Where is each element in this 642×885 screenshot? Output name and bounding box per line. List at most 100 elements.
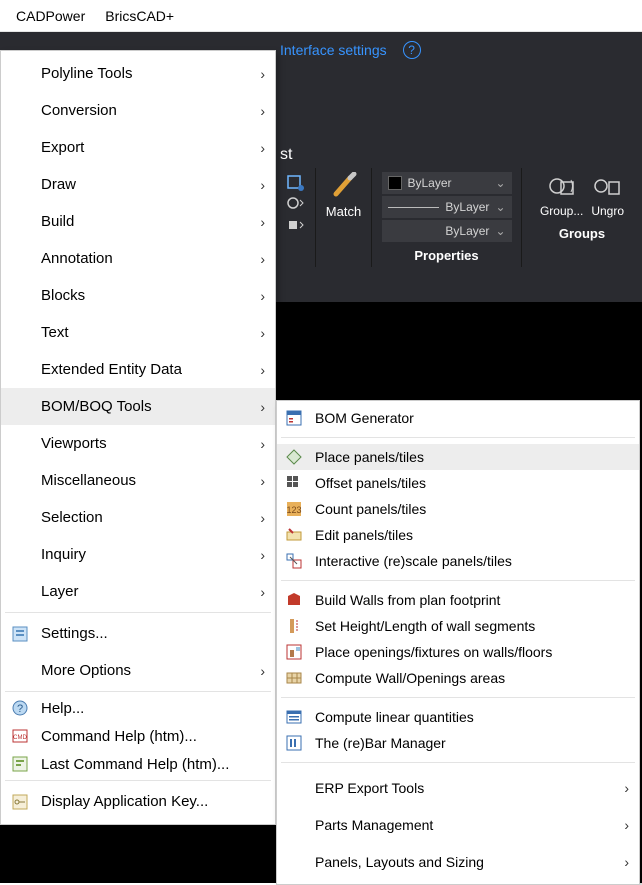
submenu-arrow-icon: › bbox=[260, 66, 265, 82]
compute-wall-icon bbox=[285, 669, 303, 687]
property-color-row[interactable]: ByLayer ⌄ bbox=[382, 172, 512, 194]
property-lineweight-row[interactable]: ByLayer ⌄ bbox=[382, 196, 512, 218]
submenu-erp-export[interactable]: ERP Export Tools› bbox=[277, 769, 639, 806]
submenu-arrow-icon: › bbox=[260, 399, 265, 415]
menu-label: Draw bbox=[41, 176, 76, 193]
menu-viewports[interactable]: Viewports› bbox=[1, 425, 275, 462]
submenu-panels-layouts[interactable]: Panels, Layouts and Sizing› bbox=[277, 843, 639, 880]
count-panels-icon: 123 bbox=[285, 500, 303, 518]
menu-label: Place openings/fixtures on walls/floors bbox=[315, 644, 552, 660]
submenu-offset-panels[interactable]: Offset panels/tiles bbox=[277, 470, 639, 496]
submenu-arrow-icon: › bbox=[260, 140, 265, 156]
submenu-arrow-icon: › bbox=[260, 177, 265, 193]
menu-separator bbox=[281, 437, 635, 438]
menu-last-command-help[interactable]: Last Command Help (htm)... bbox=[1, 750, 275, 778]
submenu-parts-management[interactable]: Parts Management › bbox=[277, 806, 639, 843]
menu-annotation[interactable]: Annotation› bbox=[1, 240, 275, 277]
menu-display-app-key[interactable]: Display Application Key... bbox=[1, 783, 275, 820]
menu-label: Place panels/tiles bbox=[315, 449, 424, 465]
menu-bom-boq-tools[interactable]: BOM/BOQ Tools › bbox=[1, 388, 275, 425]
help-icon[interactable]: ? bbox=[403, 41, 421, 59]
menu-inquiry[interactable]: Inquiry› bbox=[1, 536, 275, 573]
submenu-arrow-icon: › bbox=[260, 325, 265, 341]
menu-extended-entity[interactable]: Extended Entity Data› bbox=[1, 351, 275, 388]
submenu-arrow-icon: › bbox=[260, 547, 265, 563]
menu-label: Build Walls from plan footprint bbox=[315, 592, 500, 608]
submenu-arrow-icon: › bbox=[260, 251, 265, 267]
menu-label: Settings... bbox=[41, 625, 108, 642]
submenu-compute-linear[interactable]: Compute linear quantities bbox=[277, 704, 639, 730]
menu-label: Parts Management bbox=[315, 817, 433, 833]
menu-label: Build bbox=[41, 213, 74, 230]
ribbon-small-icon-1[interactable] bbox=[286, 174, 306, 192]
menu-label: Layer bbox=[41, 583, 79, 600]
submenu-arrow-icon: › bbox=[624, 817, 629, 833]
ribbon-small-icon-3[interactable] bbox=[286, 218, 306, 236]
last-command-help-icon bbox=[11, 755, 29, 773]
submenu-bom-generator[interactable]: BOM Generator bbox=[277, 405, 639, 431]
match-button[interactable]: Match bbox=[326, 172, 361, 219]
submenu-compute-wall[interactable]: Compute Wall/Openings areas bbox=[277, 665, 639, 691]
menu-label: ERP Export Tools bbox=[315, 780, 424, 796]
menubar-bricscad[interactable]: BricsCAD+ bbox=[95, 4, 184, 28]
menu-layer[interactable]: Layer› bbox=[1, 573, 275, 610]
key-icon bbox=[11, 793, 29, 811]
cadpower-menu: Polyline Tools› Conversion› Export› Draw… bbox=[0, 50, 276, 825]
ribbon-small-icon-2[interactable] bbox=[286, 196, 306, 214]
menu-text[interactable]: Text › bbox=[1, 314, 275, 351]
menu-draw[interactable]: Draw › bbox=[1, 166, 275, 203]
menu-command-help[interactable]: CMD Command Help (htm)... bbox=[1, 722, 275, 750]
submenu-arrow-icon: › bbox=[624, 854, 629, 870]
submenu-place-openings[interactable]: Place openings/fixtures on walls/floors bbox=[277, 639, 639, 665]
group-button[interactable]: Group... bbox=[540, 174, 583, 218]
menu-label: The (re)Bar Manager bbox=[315, 735, 446, 751]
submenu-count-panels[interactable]: 123 Count panels/tiles bbox=[277, 496, 639, 522]
group-label: Group... bbox=[540, 204, 583, 218]
menu-label: Blocks bbox=[41, 287, 85, 304]
panel-label-groups: Groups bbox=[559, 220, 605, 245]
menu-label: Command Help (htm)... bbox=[41, 728, 197, 745]
menubar-cadpower[interactable]: CADPower bbox=[6, 4, 95, 28]
property-linetype-row[interactable]: ByLayer ⌄ bbox=[382, 220, 512, 242]
submenu-arrow-icon: › bbox=[260, 214, 265, 230]
submenu-build-walls[interactable]: Build Walls from plan footprint bbox=[277, 587, 639, 613]
menu-label: Extended Entity Data bbox=[41, 361, 182, 378]
chevron-down-icon: ⌄ bbox=[489, 200, 511, 214]
bom-generator-icon bbox=[285, 409, 303, 427]
menu-polyline-tools[interactable]: Polyline Tools› bbox=[1, 55, 275, 92]
submenu-set-height[interactable]: Set Height/Length of wall segments bbox=[277, 613, 639, 639]
edit-panels-icon bbox=[285, 526, 303, 544]
menu-blocks[interactable]: Blocks› bbox=[1, 277, 275, 314]
menu-label: Viewports bbox=[41, 435, 107, 452]
submenu-rescale-panels[interactable]: Interactive (re)scale panels/tiles bbox=[277, 548, 639, 574]
menu-conversion[interactable]: Conversion› bbox=[1, 92, 275, 129]
chevron-down-icon: ⌄ bbox=[489, 176, 511, 190]
menu-label: BOM/BOQ Tools bbox=[41, 398, 152, 415]
ungroup-button[interactable]: Ungro bbox=[591, 174, 624, 218]
svg-text:CMD: CMD bbox=[13, 735, 27, 741]
menu-selection[interactable]: Selection › bbox=[1, 499, 275, 536]
menu-separator bbox=[5, 780, 271, 781]
menu-miscellaneous[interactable]: Miscellaneous› bbox=[1, 462, 275, 499]
menu-label: Text bbox=[41, 324, 69, 341]
menu-separator bbox=[281, 580, 635, 581]
menu-help[interactable]: ? Help... bbox=[1, 694, 275, 722]
menu-label: Selection bbox=[41, 509, 103, 526]
menu-settings[interactable]: Settings... bbox=[1, 615, 275, 652]
menu-separator bbox=[281, 762, 635, 763]
menu-build[interactable]: Build › bbox=[1, 203, 275, 240]
interface-settings-link[interactable]: Interface settings bbox=[280, 42, 387, 58]
submenu-rebar-manager[interactable]: The (re)Bar Manager bbox=[277, 730, 639, 756]
submenu-edit-panels[interactable]: Edit panels/tiles bbox=[277, 522, 639, 548]
linear-icon bbox=[285, 708, 303, 726]
panel-label-properties: Properties bbox=[414, 242, 478, 267]
menu-label: Help... bbox=[41, 700, 84, 717]
svg-text:123: 123 bbox=[286, 505, 301, 515]
menu-export[interactable]: Export› bbox=[1, 129, 275, 166]
submenu-arrow-icon: › bbox=[260, 510, 265, 526]
offset-panels-icon bbox=[285, 474, 303, 492]
bom-submenu: BOM Generator Place panels/tiles Offset … bbox=[276, 400, 640, 885]
menu-more-options[interactable]: More Options› bbox=[1, 652, 275, 689]
submenu-place-panels[interactable]: Place panels/tiles bbox=[277, 444, 639, 470]
settings-icon bbox=[11, 625, 29, 643]
